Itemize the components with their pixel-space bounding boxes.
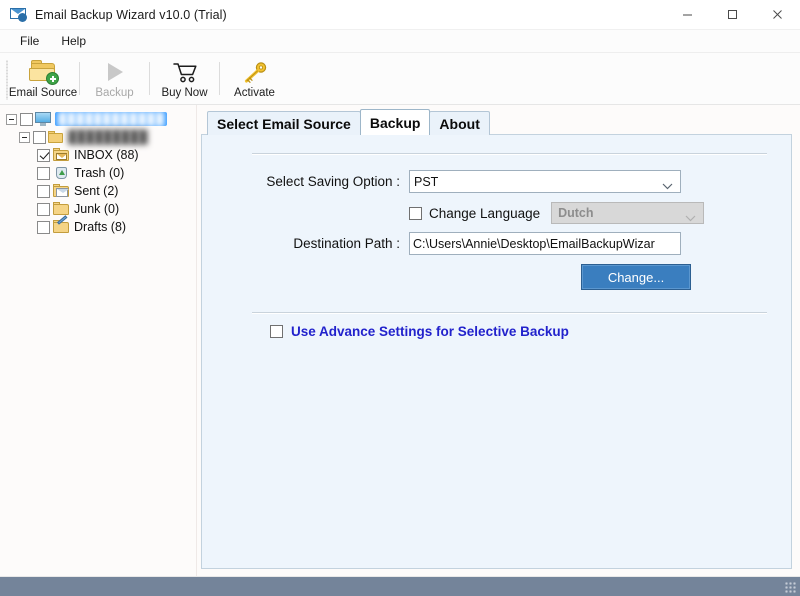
mailbox-tree-panel: ████████████ █████████ INBOX (88) Trash … bbox=[0, 105, 196, 576]
saving-option-value: PST bbox=[414, 174, 439, 189]
saving-option-row: Select Saving Option : PST bbox=[224, 170, 769, 193]
tree-checkbox-sent[interactable] bbox=[37, 184, 50, 198]
divider-bottom bbox=[252, 312, 767, 313]
window-controls bbox=[665, 0, 800, 30]
title-bar: Email Backup Wizard v10.0 (Trial) bbox=[0, 0, 800, 30]
junk-folder-icon bbox=[53, 202, 70, 216]
toolbar-button-activate[interactable]: Activate bbox=[223, 53, 286, 104]
tree-node-junk[interactable]: Junk (0) bbox=[6, 200, 196, 218]
change-button-row: Change... bbox=[224, 264, 769, 290]
saving-option-select[interactable]: PST bbox=[409, 170, 681, 193]
tree-node-trash[interactable]: Trash (0) bbox=[6, 164, 196, 182]
language-value: Dutch bbox=[558, 206, 594, 220]
status-bar bbox=[0, 576, 800, 596]
tree-label-trash: Trash (0) bbox=[74, 166, 125, 180]
email-app-icon bbox=[10, 7, 28, 23]
folder-add-icon bbox=[28, 59, 59, 85]
tree-label-junk: Junk (0) bbox=[74, 202, 120, 216]
tree-checkbox-root[interactable] bbox=[20, 112, 33, 126]
destination-path-row: Destination Path : C:\Users\Annie\Deskto… bbox=[224, 232, 769, 255]
menu-bar: File Help bbox=[0, 30, 800, 53]
tree-checkbox-junk[interactable] bbox=[37, 202, 50, 216]
sent-folder-icon bbox=[53, 184, 70, 198]
mailbox-tree: ████████████ █████████ INBOX (88) Trash … bbox=[6, 110, 196, 236]
destination-path-input[interactable]: C:\Users\Annie\Desktop\EmailBackupWizar bbox=[409, 232, 681, 255]
tree-node-root[interactable]: ████████████ bbox=[6, 110, 196, 128]
toolbar-button-buy-now[interactable]: Buy Now bbox=[153, 53, 216, 104]
tree-checkbox-trash[interactable] bbox=[37, 166, 50, 180]
toolbar-button-email-source[interactable]: Email Source bbox=[8, 53, 78, 104]
advance-settings-row[interactable]: Use Advance Settings for Selective Backu… bbox=[224, 324, 769, 339]
advance-settings-checkbox[interactable] bbox=[270, 325, 283, 338]
toolbar-separator bbox=[219, 62, 220, 95]
expander-icon[interactable] bbox=[19, 131, 30, 143]
tree-label-account: █████████ bbox=[68, 130, 148, 144]
tab-strip: Select Email Source Backup About bbox=[201, 109, 792, 135]
tree-node-sent[interactable]: Sent (2) bbox=[6, 182, 196, 200]
expander-icon[interactable] bbox=[6, 113, 17, 125]
menu-file[interactable]: File bbox=[11, 32, 48, 50]
minimize-button[interactable] bbox=[665, 0, 710, 30]
play-icon bbox=[100, 59, 130, 85]
toolbar-label-buy-now: Buy Now bbox=[161, 86, 208, 99]
tab-backup[interactable]: Backup bbox=[359, 109, 431, 135]
tab-select-email-source[interactable]: Select Email Source bbox=[207, 111, 361, 135]
divider-top bbox=[252, 153, 767, 154]
tree-label-inbox: INBOX (88) bbox=[74, 148, 139, 162]
change-language-label: Change Language bbox=[429, 205, 541, 221]
change-button[interactable]: Change... bbox=[581, 264, 691, 290]
toolbar-label-email-source: Email Source bbox=[8, 86, 78, 99]
destination-path-label: Destination Path : bbox=[293, 236, 400, 251]
application-window: Email Backup Wizard v10.0 (Trial) File H… bbox=[0, 0, 800, 596]
toolbar: Email Source Backup Buy Now Activate bbox=[0, 53, 800, 105]
tree-checkbox-drafts[interactable] bbox=[37, 220, 50, 234]
folder-icon bbox=[48, 130, 64, 144]
menu-help[interactable]: Help bbox=[52, 32, 95, 50]
toolbar-button-backup[interactable]: Backup bbox=[83, 53, 146, 104]
tab-about[interactable]: About bbox=[429, 111, 490, 135]
maximize-button[interactable] bbox=[710, 0, 755, 30]
saving-option-label: Select Saving Option : bbox=[266, 174, 400, 189]
shopping-cart-icon bbox=[170, 59, 200, 85]
window-title: Email Backup Wizard v10.0 (Trial) bbox=[35, 7, 227, 22]
toolbar-label-activate: Activate bbox=[234, 86, 275, 99]
change-language-checkbox[interactable] bbox=[409, 206, 422, 220]
drafts-folder-icon bbox=[53, 215, 70, 234]
close-button[interactable] bbox=[755, 0, 800, 30]
tree-label-sent: Sent (2) bbox=[74, 184, 119, 198]
tab-content-backup: Select Saving Option : PST Change Langua… bbox=[201, 134, 792, 569]
inbox-folder-icon bbox=[53, 148, 70, 162]
trash-folder-icon bbox=[53, 166, 70, 180]
change-language-checkbox-wrap[interactable]: Change Language bbox=[409, 206, 540, 221]
tree-label-root: ████████████ bbox=[55, 112, 168, 126]
tree-node-account[interactable]: █████████ bbox=[6, 128, 196, 146]
tab-panel: Select Email Source Backup About Select … bbox=[201, 105, 800, 576]
tree-node-drafts[interactable]: Drafts (8) bbox=[6, 215, 196, 236]
tree-node-inbox[interactable]: INBOX (88) bbox=[6, 146, 196, 164]
tree-label-drafts: Drafts (8) bbox=[74, 220, 127, 234]
advance-settings-label: Use Advance Settings for Selective Backu… bbox=[291, 324, 569, 339]
main-body: ████████████ █████████ INBOX (88) Trash … bbox=[0, 105, 800, 576]
resize-grip-icon[interactable] bbox=[785, 582, 797, 594]
toolbar-separator bbox=[149, 62, 150, 95]
tree-checkbox-inbox[interactable] bbox=[37, 148, 50, 162]
chevron-down-icon bbox=[662, 179, 673, 193]
computer-icon bbox=[35, 112, 51, 126]
tree-checkbox-account[interactable] bbox=[33, 130, 46, 144]
toolbar-label-backup: Backup bbox=[95, 86, 134, 99]
chevron-down-icon bbox=[685, 211, 696, 225]
language-select[interactable]: Dutch bbox=[551, 202, 705, 225]
key-icon bbox=[240, 59, 270, 85]
toolbar-separator bbox=[79, 62, 80, 95]
change-language-row: Change Language Dutch bbox=[224, 202, 769, 224]
